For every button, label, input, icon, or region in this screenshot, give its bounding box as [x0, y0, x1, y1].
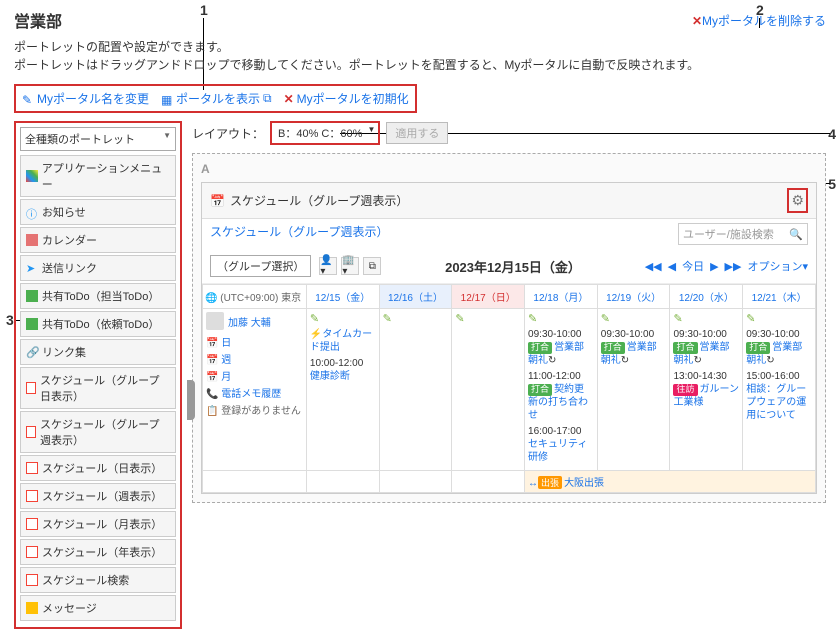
schedule-icon	[26, 462, 38, 474]
schedule-icon	[26, 382, 36, 394]
no-registration: 登録がありません	[221, 406, 301, 417]
popup-icon: ⧉	[263, 91, 272, 106]
group-select[interactable]: （グループ選択）	[210, 255, 311, 277]
init-link[interactable]: ✕Myポータルを初期化	[284, 90, 409, 107]
portlet-subtitle-link[interactable]: スケジュール（グループ週表示）	[210, 223, 388, 245]
day-header[interactable]: 12/16（土）	[379, 285, 452, 309]
options-link[interactable]: オプション▾	[747, 258, 808, 274]
apply-button[interactable]: 適用する	[386, 122, 448, 144]
day-header[interactable]: 12/20（水）	[670, 285, 743, 309]
schedule-icon	[26, 426, 36, 438]
copy-btn[interactable]: ⧉	[363, 257, 381, 275]
description: ポートレットの配置や設定ができます。 ポートレットはドラッグアンドドロップで移動…	[14, 38, 826, 74]
phone-memo-link[interactable]: 電話メモ履歴	[221, 389, 281, 400]
calendar-icon	[26, 234, 38, 246]
avatar	[206, 312, 224, 330]
today-btn[interactable]: 今日	[682, 258, 704, 274]
portlet-item[interactable]: 共有ToDo（依頼ToDo）	[20, 311, 176, 337]
lightning-icon: ⚡	[310, 329, 322, 340]
layout-label: レイアウト：	[192, 125, 264, 142]
link-icon: 🔗	[26, 346, 38, 358]
tz-icon: 🌐	[205, 293, 217, 304]
portlet-item[interactable]: スケジュール（グループ週表示）	[20, 411, 176, 453]
area-label: A	[201, 162, 817, 176]
facility-picker-btn[interactable]: 🏢▾	[341, 257, 359, 275]
layout-select[interactable]: B：40% C：60%	[270, 121, 380, 145]
portlet-item[interactable]: ➤送信リンク	[20, 255, 176, 281]
info-icon: ⓘ	[26, 206, 38, 218]
x-icon: ✕	[284, 92, 294, 106]
search-input[interactable]: ユーザー/施設検索 🔍	[678, 223, 808, 245]
x-icon: ✕	[692, 14, 702, 28]
event-link[interactable]: 相談：グループウェアの運用について	[746, 384, 806, 421]
schedule-icon	[26, 546, 38, 558]
add-event-icon[interactable]: ✎	[383, 313, 392, 325]
event-link[interactable]: 健康診断	[310, 371, 350, 382]
day-header[interactable]: 12/21（木）	[743, 285, 816, 309]
prev-week-btn[interactable]: ◀◀	[645, 260, 662, 273]
day-header[interactable]: 12/17（日）	[452, 285, 525, 309]
day-header[interactable]: 12/18（月）	[525, 285, 598, 309]
event-link[interactable]: セキュリティ研修	[528, 439, 587, 463]
user-picker-btn[interactable]: 👤▾	[319, 257, 337, 275]
portlet-item[interactable]: アプリケーションメニュー	[20, 155, 176, 197]
next-day-btn[interactable]: ▶	[710, 260, 718, 273]
add-event-icon[interactable]: ✎	[455, 313, 464, 325]
app-icon	[26, 170, 38, 182]
current-date: 2023年12月15日（金）	[389, 257, 636, 276]
schedule-table: 🌐 (UTC+09:00) 東京 12/15（金） 12/16（土） 12/17…	[202, 284, 816, 493]
page-title: 営業部	[14, 8, 62, 32]
portlet-item[interactable]: スケジュール（月表示）	[20, 511, 176, 537]
month-view-link[interactable]: 月	[221, 372, 231, 383]
portlet-type-dropdown[interactable]: 全種類のポートレット	[20, 127, 176, 151]
send-icon: ➤	[26, 262, 38, 274]
user-name-link[interactable]: 加藤 大輔	[228, 314, 271, 329]
search-icon	[26, 574, 38, 586]
schedule-icon	[26, 518, 38, 530]
portlet-title: スケジュール（グループ週表示）	[230, 192, 408, 209]
portlet-item[interactable]: スケジュール（年表示）	[20, 539, 176, 565]
portlet-item[interactable]: メッセージ	[20, 595, 176, 621]
portlet-item[interactable]: ⓘお知らせ	[20, 199, 176, 225]
add-event-icon[interactable]: ✎	[310, 313, 319, 325]
todo-icon	[26, 318, 38, 330]
portlet-item[interactable]: スケジュール（グループ日表示）	[20, 367, 176, 409]
day-header[interactable]: 12/15（金）	[306, 285, 379, 309]
calendar-icon: 📅	[210, 194, 225, 208]
delete-portal-link[interactable]: ✕Myポータルを削除する	[692, 12, 826, 29]
preview-area: A 📅 スケジュール（グループ週表示） ⚙ スケジュール（グループ週表示） ユー…	[192, 153, 826, 503]
portlet-item[interactable]: カレンダー	[20, 227, 176, 253]
portlet-item[interactable]: スケジュール（日表示）	[20, 455, 176, 481]
schedule-icon	[26, 490, 38, 502]
trip-event[interactable]: ↔出張大阪出張	[525, 471, 816, 493]
next-week-btn[interactable]: ▶▶	[725, 260, 742, 273]
display-link[interactable]: ▦ポータルを表示⧉	[161, 90, 272, 107]
message-icon	[26, 602, 38, 614]
schedule-portlet: 📅 スケジュール（グループ週表示） ⚙ スケジュール（グループ週表示） ユーザー…	[201, 182, 817, 494]
portlet-item[interactable]: 🔗リンク集	[20, 339, 176, 365]
add-event-icon[interactable]: ✎	[673, 313, 682, 325]
add-event-icon[interactable]: ✎	[601, 313, 610, 325]
day-view-link[interactable]: 日	[221, 338, 231, 349]
portlet-item[interactable]: スケジュール（週表示）	[20, 483, 176, 509]
sidebar-drag-handle[interactable]	[187, 380, 195, 420]
add-event-icon[interactable]: ✎	[528, 313, 537, 325]
grid-icon: ▦	[161, 93, 173, 105]
prev-day-btn[interactable]: ◀	[668, 260, 676, 273]
search-icon: 🔍	[789, 228, 803, 241]
portlet-item[interactable]: スケジュール検索	[20, 567, 176, 593]
week-view-link[interactable]: 週	[221, 355, 231, 366]
portlet-item[interactable]: 共有ToDo（担当ToDo）	[20, 283, 176, 309]
pencil-icon: ✎	[22, 93, 34, 105]
portlet-sidebar: 全種類のポートレット アプリケーションメニュー ⓘお知らせ カレンダー ➤送信リ…	[14, 121, 182, 629]
todo-icon	[26, 290, 38, 302]
add-event-icon[interactable]: ✎	[746, 313, 755, 325]
toolbar: ✎Myポータル名を変更 ▦ポータルを表示⧉ ✕Myポータルを初期化	[14, 84, 417, 113]
gear-icon[interactable]: ⚙	[791, 192, 804, 208]
rename-link[interactable]: ✎Myポータル名を変更	[22, 90, 149, 107]
user-cell: 加藤 大輔 📅 日 📅 週 📅 月 📞 電話メモ履歴 📋 登録がありません	[203, 309, 307, 471]
day-header[interactable]: 12/19（火）	[597, 285, 670, 309]
